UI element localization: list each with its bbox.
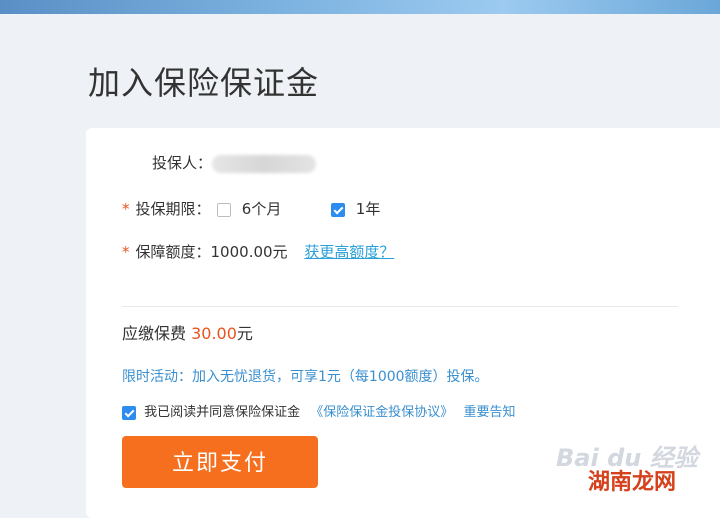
period-option-6-months[interactable]: 6个月	[217, 198, 281, 219]
checkbox-6-months[interactable]	[217, 202, 231, 217]
divider	[122, 306, 678, 307]
premium-amount: 30.00	[191, 324, 237, 343]
premium-label: 应缴保费	[122, 324, 192, 343]
period-label: 投保期限：	[135, 200, 211, 218]
page-title: 加入保险保证金	[88, 64, 320, 102]
checkbox-1-year[interactable]	[331, 202, 345, 217]
insured-name-blurred	[212, 154, 317, 173]
period-option-6-months-label: 6个月	[241, 200, 282, 218]
agreement-text: 我已阅读并同意保险保证金	[144, 405, 301, 420]
coverage-label: 保障额度：	[135, 243, 211, 261]
required-mark: *	[122, 243, 130, 261]
period-option-1-year[interactable]: 1年	[331, 198, 380, 219]
period-option-1-year-label: 1年	[355, 200, 381, 218]
premium-row: 应缴保费 30.00元	[122, 320, 253, 344]
period-row: * 投保期限：	[122, 198, 211, 219]
important-notice-link[interactable]: 重要告知	[463, 405, 515, 420]
agreement-row: 我已阅读并同意保险保证金 《保险保证金投保协议》 重要告知	[122, 401, 515, 420]
required-mark: *	[122, 200, 130, 218]
coverage-row: * 保障额度：1000.00元 获更高额度？	[122, 241, 394, 262]
agreement-doc-link[interactable]: 《保险保证金投保协议》	[310, 405, 453, 420]
top-banner	[0, 0, 720, 14]
agreement-checkbox[interactable]	[122, 405, 136, 420]
higher-coverage-link[interactable]: 获更高额度？	[304, 243, 394, 261]
site-watermark: 湖南龙网	[588, 470, 677, 495]
pay-now-button[interactable]: 立即支付	[122, 436, 318, 488]
promo-text: 限时活动：加入无忧退货，可享1元（每1000额度）投保。	[122, 369, 489, 385]
coverage-value: 1000.00元	[210, 243, 288, 261]
insured-label: 投保人：	[152, 154, 213, 172]
premium-unit: 元	[236, 324, 253, 343]
insured-row: 投保人：	[152, 152, 317, 173]
